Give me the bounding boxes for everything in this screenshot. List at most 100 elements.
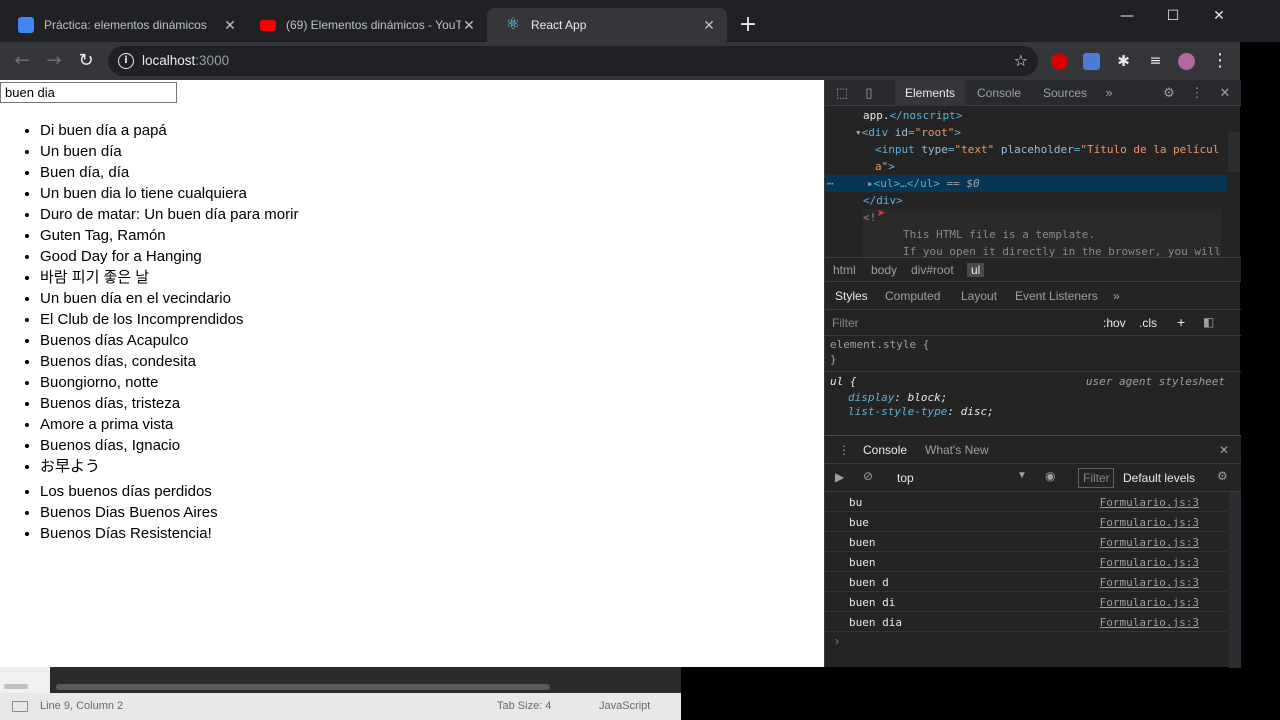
close-window-button[interactable]: ✕ bbox=[1196, 4, 1242, 28]
hov-toggle[interactable]: :hov bbox=[1103, 316, 1126, 330]
tab-console[interactable]: Console bbox=[977, 80, 1021, 106]
panel-toggle-icon[interactable] bbox=[12, 701, 28, 712]
rule-selector[interactable]: ul { bbox=[830, 375, 857, 388]
dom-text: app. bbox=[863, 109, 890, 122]
address-bar[interactable]: i localhost:3000 ☆ bbox=[108, 46, 1038, 76]
more-tabs-icon[interactable]: » bbox=[1113, 289, 1120, 303]
breadcrumb: html body div#root ul bbox=[825, 257, 1241, 282]
log-source-link[interactable]: Formulario.js:3 bbox=[1100, 536, 1199, 549]
clear-console-icon[interactable]: ⊘ bbox=[863, 469, 873, 483]
movie-search-input[interactable] bbox=[0, 82, 177, 103]
log-source-link[interactable]: Formulario.js:3 bbox=[1100, 596, 1199, 609]
cursor-position[interactable]: Line 9, Column 2 bbox=[40, 700, 123, 712]
dom-line[interactable]: <! bbox=[863, 209, 876, 226]
bookmark-star-icon[interactable]: ☆ bbox=[1014, 51, 1028, 70]
breadcrumb-item[interactable]: ul bbox=[967, 263, 985, 277]
add-rule-icon[interactable]: + bbox=[1177, 314, 1185, 330]
tab-elements[interactable]: Elements bbox=[895, 80, 966, 106]
device-toolbar-icon[interactable]: ▯ bbox=[861, 85, 877, 101]
editor-hscroll-thumb[interactable] bbox=[56, 684, 550, 690]
dom-scrollbar[interactable] bbox=[1228, 132, 1240, 172]
css-value: disc; bbox=[960, 405, 994, 418]
context-select[interactable]: top bbox=[897, 471, 914, 485]
extensions-puzzle-icon[interactable]: ✱ bbox=[1115, 53, 1132, 70]
log-source-link[interactable]: Formulario.js:3 bbox=[1100, 496, 1199, 509]
drawer-menu-icon[interactable]: ⋮ bbox=[838, 443, 850, 457]
close-icon[interactable]: ✕ bbox=[461, 17, 477, 33]
new-tab-button[interactable]: + bbox=[737, 14, 759, 36]
close-icon[interactable]: ✕ bbox=[1217, 85, 1233, 101]
tab-sources[interactable]: Sources bbox=[1043, 80, 1087, 106]
console-prompt-icon[interactable]: › bbox=[835, 634, 839, 648]
devtools-panel: ⬚ ▯ Elements Console Sources » ⚙ ⋮ ✕ app… bbox=[824, 80, 1241, 668]
tab-whats-new[interactable]: What's New bbox=[925, 443, 989, 457]
tab-styles[interactable]: Styles bbox=[835, 289, 868, 303]
dom-line[interactable]: ▾<div id="root"> bbox=[855, 124, 961, 141]
console-scrollbar[interactable] bbox=[1229, 492, 1241, 668]
log-levels-dropdown[interactable]: Default levels bbox=[1123, 471, 1195, 485]
eye-icon[interactable]: ◉ bbox=[1045, 469, 1055, 483]
close-icon[interactable]: ✕ bbox=[222, 17, 238, 33]
list-item: Buongiorno, notte bbox=[40, 372, 298, 393]
dom-comment: <! bbox=[863, 211, 877, 224]
menu-kebab-icon[interactable]: ⋮ bbox=[1210, 51, 1230, 71]
kebab-menu-icon[interactable]: ⋮ bbox=[1189, 85, 1205, 101]
log-text: buen d bbox=[849, 576, 889, 589]
media-playlist-icon[interactable]: ≡ bbox=[1147, 53, 1164, 70]
rule-source: user agent stylesheet bbox=[1085, 375, 1225, 388]
log-source-link[interactable]: Formulario.js:3 bbox=[1100, 576, 1199, 589]
tab-event-listeners[interactable]: Event Listeners bbox=[1015, 289, 1098, 303]
profile-avatar[interactable] bbox=[1178, 53, 1195, 70]
back-icon[interactable]: ← bbox=[12, 51, 32, 71]
node-actions-ellipsis-icon[interactable]: ⋯ bbox=[827, 175, 834, 192]
reload-icon[interactable]: ↻ bbox=[76, 51, 96, 71]
tab-console-drawer[interactable]: Console bbox=[863, 443, 907, 457]
forward-icon[interactable]: → bbox=[44, 51, 64, 71]
dom-line[interactable]: app.</noscript> bbox=[863, 107, 962, 124]
dom-attr: placeholder bbox=[1000, 143, 1074, 156]
inspect-element-icon[interactable]: ⬚ bbox=[834, 85, 850, 101]
syntax-mode[interactable]: JavaScript bbox=[599, 700, 650, 712]
dom-attr-value: "Título de la películ bbox=[1080, 143, 1220, 156]
log-text: buen dia bbox=[849, 616, 902, 629]
cls-toggle[interactable]: .cls bbox=[1139, 316, 1157, 330]
log-source-link[interactable]: Formulario.js:3 bbox=[1100, 616, 1199, 629]
collapse-triangle-icon[interactable]: ▸ bbox=[867, 177, 874, 190]
log-source-link[interactable]: Formulario.js:3 bbox=[1100, 556, 1199, 569]
log-source-link[interactable]: Formulario.js:3 bbox=[1100, 516, 1199, 529]
extension-adblock-icon[interactable] bbox=[1051, 53, 1068, 70]
minimize-button[interactable]: — bbox=[1104, 4, 1150, 28]
browser-tab-practica[interactable]: Práctica: elementos dinámicos ✕ bbox=[0, 8, 248, 42]
sidebar-toggle-icon[interactable]: ▶ bbox=[835, 470, 844, 484]
console-filter-input[interactable]: Filter bbox=[1078, 468, 1114, 488]
extension-translate-icon[interactable] bbox=[1083, 53, 1100, 70]
tab-layout[interactable]: Layout bbox=[961, 289, 997, 303]
maximize-button[interactable]: ☐ bbox=[1150, 4, 1196, 28]
gear-icon[interactable]: ⚙ bbox=[1217, 469, 1228, 483]
toggle-sidebar-icon[interactable]: ◧ bbox=[1203, 315, 1214, 329]
gutter-scroll-thumb[interactable] bbox=[4, 684, 28, 689]
list-item: Un buen dia lo tiene cualquiera bbox=[40, 183, 298, 204]
rule-divider bbox=[825, 371, 1241, 372]
rule-selector[interactable]: element.style { bbox=[830, 338, 929, 351]
styles-filter-input[interactable]: Filter bbox=[832, 316, 859, 330]
browser-tab-react-app[interactable]: ⚛ React App ✕ bbox=[487, 8, 727, 42]
dom-line[interactable]: <input type="text" placeholder="Título d… bbox=[875, 141, 1219, 158]
more-tabs-icon[interactable]: » bbox=[1101, 85, 1117, 101]
browser-tab-youtube[interactable]: (69) Elementos dinámicos - YouTube ✕ bbox=[242, 8, 487, 42]
list-item: Buenos días, condesita bbox=[40, 351, 298, 372]
breadcrumb-item[interactable]: html bbox=[833, 263, 856, 277]
list-item: El Club de los Incomprendidos bbox=[40, 309, 298, 330]
close-icon[interactable]: ✕ bbox=[701, 17, 717, 33]
gear-icon[interactable]: ⚙ bbox=[1161, 85, 1177, 101]
breadcrumb-item[interactable]: body bbox=[871, 263, 897, 277]
user-card-icon bbox=[18, 17, 34, 33]
breadcrumb-item[interactable]: div#root bbox=[911, 263, 954, 277]
tab-size[interactable]: Tab Size: 4 bbox=[497, 700, 551, 712]
expand-triangle-icon[interactable]: ▾ bbox=[855, 126, 862, 139]
info-icon[interactable]: i bbox=[118, 53, 134, 69]
tab-computed[interactable]: Computed bbox=[885, 289, 940, 303]
chevron-down-icon[interactable]: ▼ bbox=[1017, 470, 1027, 481]
dom-line-selected[interactable]: ▸<ul>…</ul> == $0 bbox=[867, 175, 980, 192]
close-icon[interactable]: ✕ bbox=[1219, 443, 1229, 457]
